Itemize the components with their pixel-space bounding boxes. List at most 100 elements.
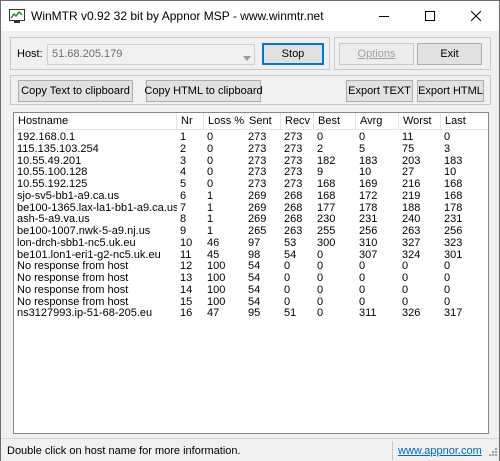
cell-avrg: 311 xyxy=(359,307,377,320)
cell-best: 182 xyxy=(317,154,336,167)
cell-nr: 8 xyxy=(180,213,187,226)
cell-avrg: 310 xyxy=(359,236,378,249)
table-row[interactable]: 10.55.49.201 3 0 273 273 182 183 203 183 xyxy=(14,154,488,167)
exit-button[interactable]: Exit xyxy=(417,43,482,65)
cell-avrg: 172 xyxy=(359,189,378,202)
options-button[interactable]: Options xyxy=(339,43,414,65)
table-row[interactable]: No response from host 13 100 54 0 0 0 0 0 xyxy=(14,272,488,284)
table-row[interactable]: ash-5-a9.va.us 8 1 269 268 230 231 240 231 xyxy=(14,213,488,226)
cell-nr: 16 xyxy=(180,307,193,320)
cell-hostname: be100-1007.nwk-5-a9.nj.us xyxy=(17,225,151,237)
column-header-hostname[interactable]: Hostname xyxy=(14,113,177,130)
cell-hostname: lon-drch-sbb1-nc5.uk.eu xyxy=(17,236,136,249)
cell-recv: 0 xyxy=(284,283,291,296)
cell-sent: 98 xyxy=(248,248,261,261)
table-row[interactable]: No response from host 12 100 54 0 0 0 0 0 xyxy=(14,260,488,273)
table-row[interactable]: be100-1365.lax-la1-bb1-a9.ca.us 7 1 269 268 1… xyxy=(14,201,488,214)
cell-loss: 0 xyxy=(207,142,214,155)
table-row[interactable]: be100-1007.nwk-5-a9.nj.us 9 1 265 263 255 256 2… xyxy=(14,225,488,237)
table-row[interactable]: 10.55.100.128 4 0 273 273 9 10 27 10 xyxy=(14,166,488,179)
cell-loss: 1 xyxy=(207,201,214,214)
column-header-nr[interactable]: Nr xyxy=(177,113,204,130)
minimize-icon xyxy=(379,11,389,21)
column-header-best[interactable]: Best xyxy=(314,113,356,130)
table-row[interactable]: No response from host 15 100 54 0 0 0 0 0 xyxy=(14,295,488,308)
cell-hostname: ash-5-a9.va.us xyxy=(17,213,90,226)
table-row[interactable]: 115.135.103.254 2 0 273 273 2 5 75 3 xyxy=(14,142,488,155)
column-header-worst[interactable]: Worst xyxy=(399,113,441,130)
column-header-loss[interactable]: Loss % xyxy=(204,113,245,130)
cell-nr: 6 xyxy=(180,189,187,202)
cell-last: 231 xyxy=(444,213,463,226)
table-row[interactable]: ns3127993.ip-51-68-205.eu 16 47 95 51 0 311 326… xyxy=(14,307,488,320)
cell-last: 301 xyxy=(444,248,463,261)
cell-worst: 240 xyxy=(402,213,421,226)
table-row[interactable]: be101.lon1-eri1-g2-nc5.uk.eu 11 45 98 54 0 307… xyxy=(14,248,488,261)
hop-list[interactable]: Hostname Nr Loss % Sent Recv Best Avrg W… xyxy=(13,112,489,434)
cell-last: 0 xyxy=(444,295,451,308)
cell-worst: 27 xyxy=(402,166,415,179)
export-html-button[interactable]: Export HTML xyxy=(417,80,484,102)
cell-avrg: 183 xyxy=(359,154,378,167)
cell-avrg: 0 xyxy=(359,131,366,143)
close-button[interactable] xyxy=(453,1,499,31)
column-header-sent[interactable]: Sent xyxy=(245,113,281,130)
cell-avrg: 169 xyxy=(359,178,378,190)
column-header-recv[interactable]: Recv xyxy=(281,113,314,130)
cell-sent: 273 xyxy=(248,154,267,167)
list-header: Hostname Nr Loss % Sent Recv Best Avrg W… xyxy=(14,113,488,130)
cell-sent: 95 xyxy=(248,307,261,320)
cell-nr: 10 xyxy=(180,236,193,249)
cell-best: 168 xyxy=(317,178,336,190)
cell-worst: 75 xyxy=(402,142,415,155)
column-header-avrg[interactable]: Avrg xyxy=(356,113,399,130)
stop-button[interactable]: Stop xyxy=(262,43,324,65)
appnor-link[interactable]: www.appnor.com xyxy=(398,445,482,457)
export-text-button[interactable]: Export TEXT xyxy=(346,80,413,102)
table-row[interactable]: 10.55.192.125 5 0 273 273 168 169 216 168 xyxy=(14,178,488,190)
resize-grip-icon[interactable] xyxy=(487,446,497,459)
cell-hostname: No response from host xyxy=(17,283,129,296)
cell-recv: 0 xyxy=(284,272,291,284)
cell-avrg: 0 xyxy=(359,260,366,273)
cell-sent: 54 xyxy=(248,283,261,296)
cell-worst: 216 xyxy=(402,178,421,190)
cell-best: 2 xyxy=(317,142,324,155)
cell-nr: 14 xyxy=(180,283,193,296)
cell-recv: 51 xyxy=(284,307,297,320)
cell-best: 177 xyxy=(317,201,336,214)
table-row[interactable]: 192.168.0.1 1 0 273 273 0 0 11 0 xyxy=(14,131,488,143)
cell-last: 0 xyxy=(444,260,451,273)
cell-loss: 100 xyxy=(207,283,226,296)
table-row[interactable]: lon-drch-sbb1-nc5.uk.eu 10 46 97 53 300 310 327… xyxy=(14,236,488,249)
host-combobox[interactable]: 51.68.205.179 xyxy=(47,44,255,65)
cell-last: 0 xyxy=(444,283,451,296)
title-bar[interactable]: WinMTR v0.92 32 bit by Appnor MSP - www.… xyxy=(1,1,499,31)
table-row[interactable]: No response from host 14 100 54 0 0 0 0 0 xyxy=(14,283,488,296)
column-header-last[interactable]: Last xyxy=(441,113,488,130)
cell-last: 178 xyxy=(444,201,463,214)
options-label: Options xyxy=(357,48,396,60)
cell-loss: 0 xyxy=(207,178,214,190)
cell-sent: 97 xyxy=(248,236,261,249)
cell-nr: 11 xyxy=(180,248,192,261)
close-icon xyxy=(471,11,481,21)
cell-last: 323 xyxy=(444,236,463,249)
copy-text-button[interactable]: Copy Text to clipboard xyxy=(18,80,133,102)
table-row[interactable]: sjo-sv5-bb1-a9.ca.us 6 1 269 268 168 172 219 168 xyxy=(14,189,488,202)
cell-nr: 4 xyxy=(180,166,187,179)
cell-nr: 13 xyxy=(180,272,193,284)
host-value: 51.68.205.179 xyxy=(52,48,123,60)
cell-recv: 273 xyxy=(284,131,303,143)
cell-recv: 268 xyxy=(284,213,303,226)
cell-loss: 1 xyxy=(207,213,214,226)
maximize-button[interactable] xyxy=(407,1,453,31)
chevron-down-icon[interactable] xyxy=(243,52,251,64)
minimize-button[interactable] xyxy=(361,1,407,31)
cell-nr: 15 xyxy=(180,295,193,308)
cell-last: 168 xyxy=(444,178,463,190)
cell-sent: 269 xyxy=(248,213,267,226)
cell-best: 9 xyxy=(317,166,324,179)
cell-best: 0 xyxy=(317,283,324,296)
copy-html-button[interactable]: Copy HTML to clipboard xyxy=(144,80,263,102)
